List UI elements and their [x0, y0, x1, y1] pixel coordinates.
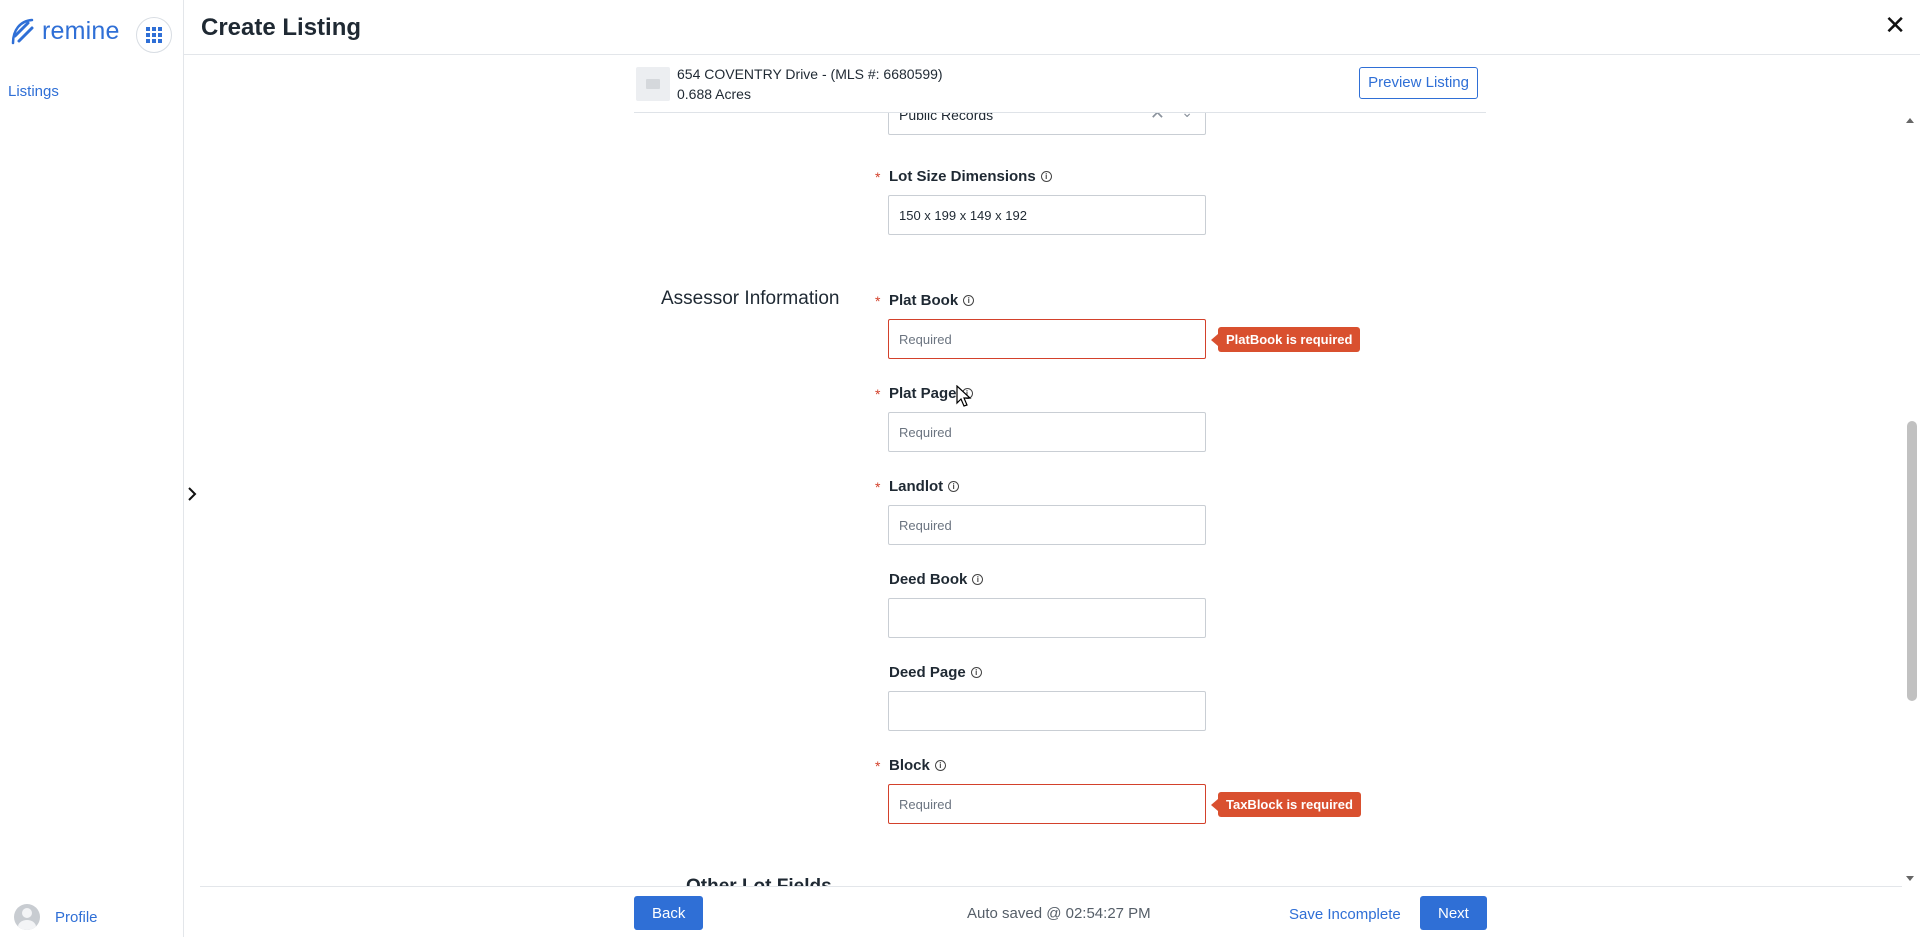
remine-logo-icon	[11, 18, 34, 45]
clear-selection-icon[interactable]: ✕	[1150, 113, 1165, 124]
block-error-tooltip: TaxBlock is required	[1211, 792, 1361, 817]
avatar	[14, 904, 40, 930]
apps-grid-button[interactable]	[136, 17, 172, 53]
form-scroll-area: Public Records ✕ ⌄ * Lot Size Dimensions…	[184, 113, 1902, 886]
left-sidebar: remine Listings Profile	[0, 0, 184, 937]
listing-photo-placeholder	[636, 67, 670, 101]
profile-label: Profile	[55, 908, 98, 926]
plat-book-input[interactable]	[888, 319, 1206, 359]
info-icon[interactable]: i	[970, 667, 982, 678]
block-input[interactable]	[888, 784, 1206, 824]
section-title-other-lot-fields: Other Lot Fields	[686, 876, 832, 886]
deed-book-label-text: Deed Book	[889, 571, 968, 588]
required-indicator: *	[875, 479, 881, 495]
scrollbar-thumb[interactable]	[1907, 421, 1917, 701]
preview-listing-button[interactable]: Preview Listing	[1359, 67, 1478, 99]
landlot-label: Landlot i	[889, 478, 960, 495]
apps-grid-icon	[146, 27, 162, 43]
required-indicator: *	[875, 758, 881, 774]
listing-address: 654 COVENTRY Drive - (MLS #: 6680599)	[677, 66, 943, 82]
scroll-up-arrow-icon[interactable]	[1906, 118, 1914, 123]
page-title: Create Listing	[201, 14, 362, 41]
deed-page-input[interactable]	[888, 691, 1206, 731]
form-scrollbar[interactable]	[1902, 113, 1920, 886]
save-incomplete-link[interactable]: Save Incomplete	[1289, 906, 1401, 923]
info-icon[interactable]: i	[1040, 171, 1052, 182]
info-icon[interactable]: i	[934, 760, 946, 771]
block-label-text: Block	[889, 757, 930, 774]
required-indicator: *	[875, 293, 881, 309]
plat-page-label-text: Plat Page	[889, 385, 957, 402]
lot-size-label-text: Lot Size Dimensions	[889, 168, 1036, 185]
plat-book-label-text: Plat Book	[889, 292, 959, 309]
plat-book-label: Plat Book i	[889, 292, 975, 309]
select-value: Public Records	[899, 113, 994, 123]
page-header: Create Listing ✕	[184, 0, 1920, 55]
next-button[interactable]: Next	[1420, 896, 1487, 930]
form-footer: Back Auto saved @ 02:54:27 PM Save Incom…	[200, 886, 1902, 937]
logo-text: remine	[42, 16, 120, 45]
landlot-label-text: Landlot	[889, 478, 944, 495]
mouse-pointer-icon	[956, 385, 972, 407]
info-icon[interactable]: i	[948, 481, 960, 492]
section-title-assessor-information: Assessor Information	[661, 288, 840, 309]
info-icon[interactable]: i	[963, 295, 975, 306]
plat-book-error-tooltip: PlatBook is required	[1210, 327, 1361, 352]
chevron-down-icon[interactable]: ⌄	[1181, 113, 1193, 121]
required-indicator: *	[875, 386, 881, 402]
block-label: Block i	[889, 757, 946, 774]
listing-acres: 0.688 Acres	[677, 86, 751, 102]
deed-page-label: Deed Page i	[889, 664, 982, 681]
lot-size-dimensions-label: Lot Size Dimensions i	[889, 168, 1052, 185]
landlot-input[interactable]	[888, 505, 1206, 545]
deed-book-label: Deed Book i	[889, 571, 984, 588]
scroll-down-arrow-icon[interactable]	[1906, 876, 1914, 881]
profile-link[interactable]: Profile	[14, 904, 98, 930]
remine-logo[interactable]: remine	[10, 16, 120, 46]
lot-size-dimensions-input[interactable]	[888, 195, 1206, 235]
autosave-status: Auto saved @ 02:54:27 PM	[967, 905, 1151, 922]
deed-book-input[interactable]	[888, 598, 1206, 638]
plat-page-input[interactable]	[888, 412, 1206, 452]
listing-summary-bar: 654 COVENTRY Drive - (MLS #: 6680599) 0.…	[634, 55, 1486, 113]
lot-size-source-select[interactable]: Public Records ✕ ⌄	[888, 113, 1206, 135]
info-icon[interactable]: i	[972, 574, 984, 585]
back-button[interactable]: Back	[634, 896, 704, 930]
required-indicator: *	[875, 169, 881, 185]
deed-page-label-text: Deed Page	[889, 664, 966, 681]
close-icon[interactable]: ✕	[1884, 12, 1906, 38]
sidebar-item-listings[interactable]: Listings	[8, 83, 59, 100]
image-placeholder-icon	[646, 79, 660, 89]
